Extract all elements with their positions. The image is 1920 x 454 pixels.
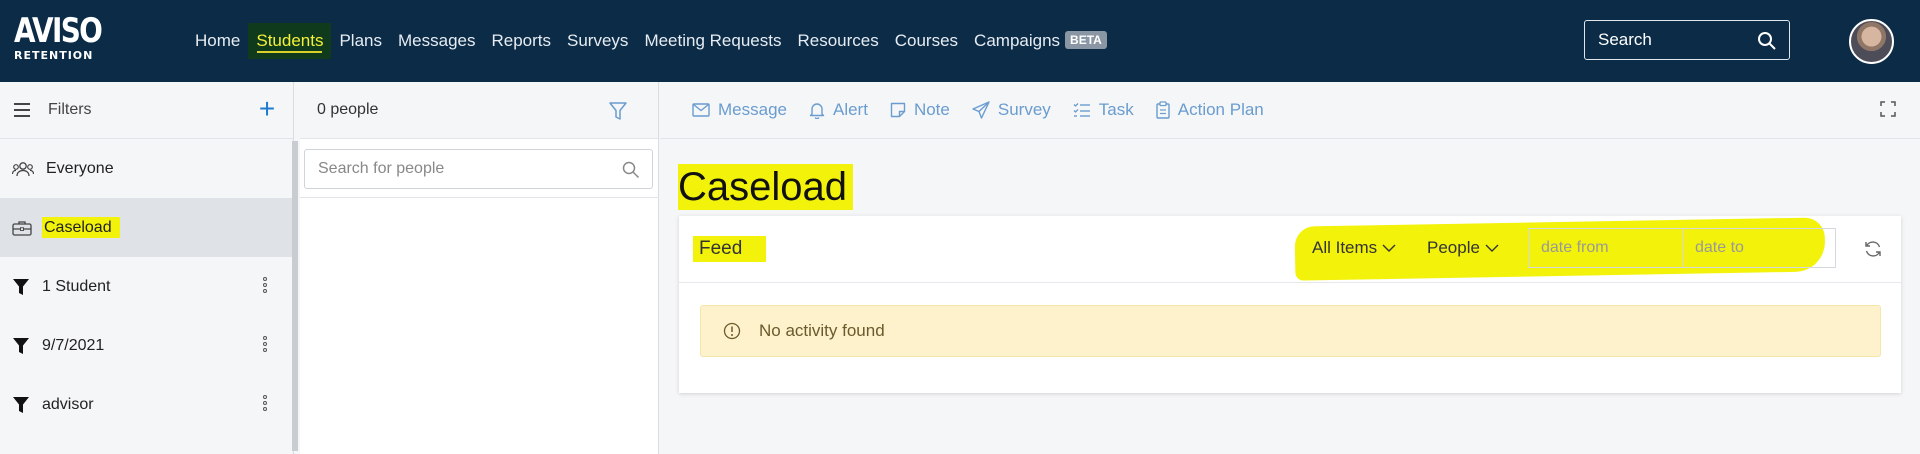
survey-label: Survey bbox=[997, 100, 1051, 119]
filter-item-caseload[interactable]: Caseload bbox=[0, 198, 293, 257]
people-search-placeholder: Search for people bbox=[318, 160, 445, 177]
paper-plane-icon bbox=[972, 101, 990, 119]
global-search-placeholder: Search bbox=[1598, 30, 1652, 49]
date-to-placeholder: date to bbox=[1695, 239, 1744, 256]
filter-item-label: 9/7/2021 bbox=[42, 336, 105, 354]
filter-item-label: advisor bbox=[42, 395, 94, 413]
users-icon bbox=[12, 161, 34, 176]
alert-button[interactable]: Alert bbox=[809, 100, 868, 120]
add-filter-button[interactable]: + bbox=[254, 95, 280, 123]
filter-item-label: Caseload bbox=[42, 216, 120, 238]
note-button[interactable]: Note bbox=[890, 100, 950, 120]
filter-outline-icon[interactable] bbox=[608, 101, 628, 121]
beta-badge: BETA bbox=[1065, 31, 1107, 49]
filter-item-1-student[interactable]: 1 Student bbox=[0, 257, 293, 316]
filters-header: Filters + bbox=[0, 82, 293, 139]
nav-students[interactable]: Students bbox=[248, 23, 332, 59]
page-title: Caseload bbox=[678, 164, 854, 210]
chevron-down-icon bbox=[1382, 244, 1396, 252]
nav-courses[interactable]: Courses bbox=[887, 23, 966, 59]
aviso-retention-logo[interactable]: AVISO RETENTION bbox=[14, 11, 103, 71]
filter-item-date[interactable]: 9/7/2021 bbox=[0, 316, 293, 375]
feed-title: Feed bbox=[693, 236, 767, 262]
global-search-input[interactable]: Search bbox=[1584, 20, 1790, 60]
nav-campaigns-label: Campaigns bbox=[974, 31, 1061, 50]
date-from-placeholder: date from bbox=[1541, 239, 1609, 256]
refresh-icon[interactable] bbox=[1863, 239, 1883, 259]
top-navbar: AVISO RETENTION Home Students Plans Mess… bbox=[0, 0, 1920, 82]
nav-home[interactable]: Home bbox=[187, 23, 248, 59]
people-header: 0 people bbox=[300, 82, 658, 139]
all-items-dropdown[interactable]: All Items bbox=[1312, 238, 1396, 258]
logo-line2: RETENTION bbox=[14, 49, 94, 62]
nav-reports[interactable]: Reports bbox=[483, 23, 559, 59]
main-content: Message Alert Note Survey Task Action Pl… bbox=[660, 82, 1920, 454]
note-label: Note bbox=[913, 100, 950, 119]
clipboard-icon bbox=[1156, 101, 1170, 119]
note-icon bbox=[890, 102, 906, 118]
user-avatar[interactable] bbox=[1849, 19, 1894, 64]
action-plan-label: Action Plan bbox=[1177, 100, 1264, 119]
empty-feed-alert: No activity found bbox=[700, 305, 1881, 357]
bell-icon bbox=[809, 103, 825, 119]
filter-icon bbox=[13, 337, 29, 354]
more-options-icon[interactable] bbox=[263, 395, 269, 413]
filter-item-label: 1 Student bbox=[42, 277, 111, 295]
chevron-down-icon bbox=[1485, 244, 1499, 252]
nav-surveys[interactable]: Surveys bbox=[559, 23, 636, 59]
empty-feed-message: No activity found bbox=[759, 321, 885, 340]
more-options-icon[interactable] bbox=[263, 336, 269, 354]
more-options-icon[interactable] bbox=[263, 277, 269, 295]
search-icon[interactable] bbox=[1757, 31, 1777, 51]
message-button[interactable]: Message bbox=[692, 100, 787, 120]
people-panel: 0 people Search for people bbox=[300, 82, 659, 454]
people-count: 0 people bbox=[317, 101, 379, 118]
feed-header: Feed All Items People date from date to bbox=[679, 216, 1901, 283]
info-circle-icon bbox=[723, 322, 741, 340]
message-label: Message bbox=[718, 100, 787, 119]
hamburger-menu-icon[interactable] bbox=[14, 103, 32, 117]
expand-icon[interactable] bbox=[1880, 101, 1896, 117]
nav-campaigns[interactable]: Campaigns BETA bbox=[966, 23, 1115, 59]
divider bbox=[300, 197, 659, 198]
logo-line1: AVISO bbox=[14, 11, 103, 51]
task-list-icon bbox=[1073, 103, 1090, 117]
survey-button[interactable]: Survey bbox=[972, 100, 1051, 120]
filters-scrollbar[interactable] bbox=[292, 141, 298, 451]
search-icon[interactable] bbox=[622, 161, 640, 179]
people-label: People bbox=[1427, 238, 1480, 257]
feed-card: Feed All Items People date from date to … bbox=[679, 216, 1901, 393]
filter-item-advisor[interactable]: advisor bbox=[0, 375, 293, 434]
nav-meeting-requests[interactable]: Meeting Requests bbox=[636, 23, 789, 59]
people-dropdown[interactable]: People bbox=[1427, 238, 1499, 258]
filter-item-everyone[interactable]: Everyone bbox=[0, 139, 293, 198]
main-nav: Home Students Plans Messages Reports Sur… bbox=[187, 0, 1115, 82]
task-label: Task bbox=[1098, 100, 1134, 119]
filters-sidebar: Filters + Everyone Caseload 1 Student 9/… bbox=[0, 82, 298, 454]
envelope-icon bbox=[692, 103, 710, 117]
action-toolbar: Message Alert Note Survey Task Action Pl… bbox=[660, 82, 1920, 139]
filters-title: Filters bbox=[48, 101, 92, 118]
filter-icon bbox=[13, 396, 29, 413]
briefcase-icon bbox=[12, 220, 32, 236]
nav-plans[interactable]: Plans bbox=[331, 23, 390, 59]
nav-messages[interactable]: Messages bbox=[390, 23, 483, 59]
task-button[interactable]: Task bbox=[1073, 100, 1134, 120]
date-to-input[interactable]: date to bbox=[1682, 228, 1836, 268]
nav-resources[interactable]: Resources bbox=[789, 23, 886, 59]
filter-icon bbox=[13, 278, 29, 295]
action-plan-button[interactable]: Action Plan bbox=[1156, 100, 1264, 120]
date-from-input[interactable]: date from bbox=[1528, 228, 1683, 268]
filter-item-label: Everyone bbox=[46, 159, 114, 177]
filter-item-label-wrap: Caseload bbox=[42, 216, 120, 238]
alert-label: Alert bbox=[832, 100, 868, 119]
people-search-input[interactable]: Search for people bbox=[304, 149, 653, 189]
all-items-label: All Items bbox=[1312, 238, 1378, 257]
